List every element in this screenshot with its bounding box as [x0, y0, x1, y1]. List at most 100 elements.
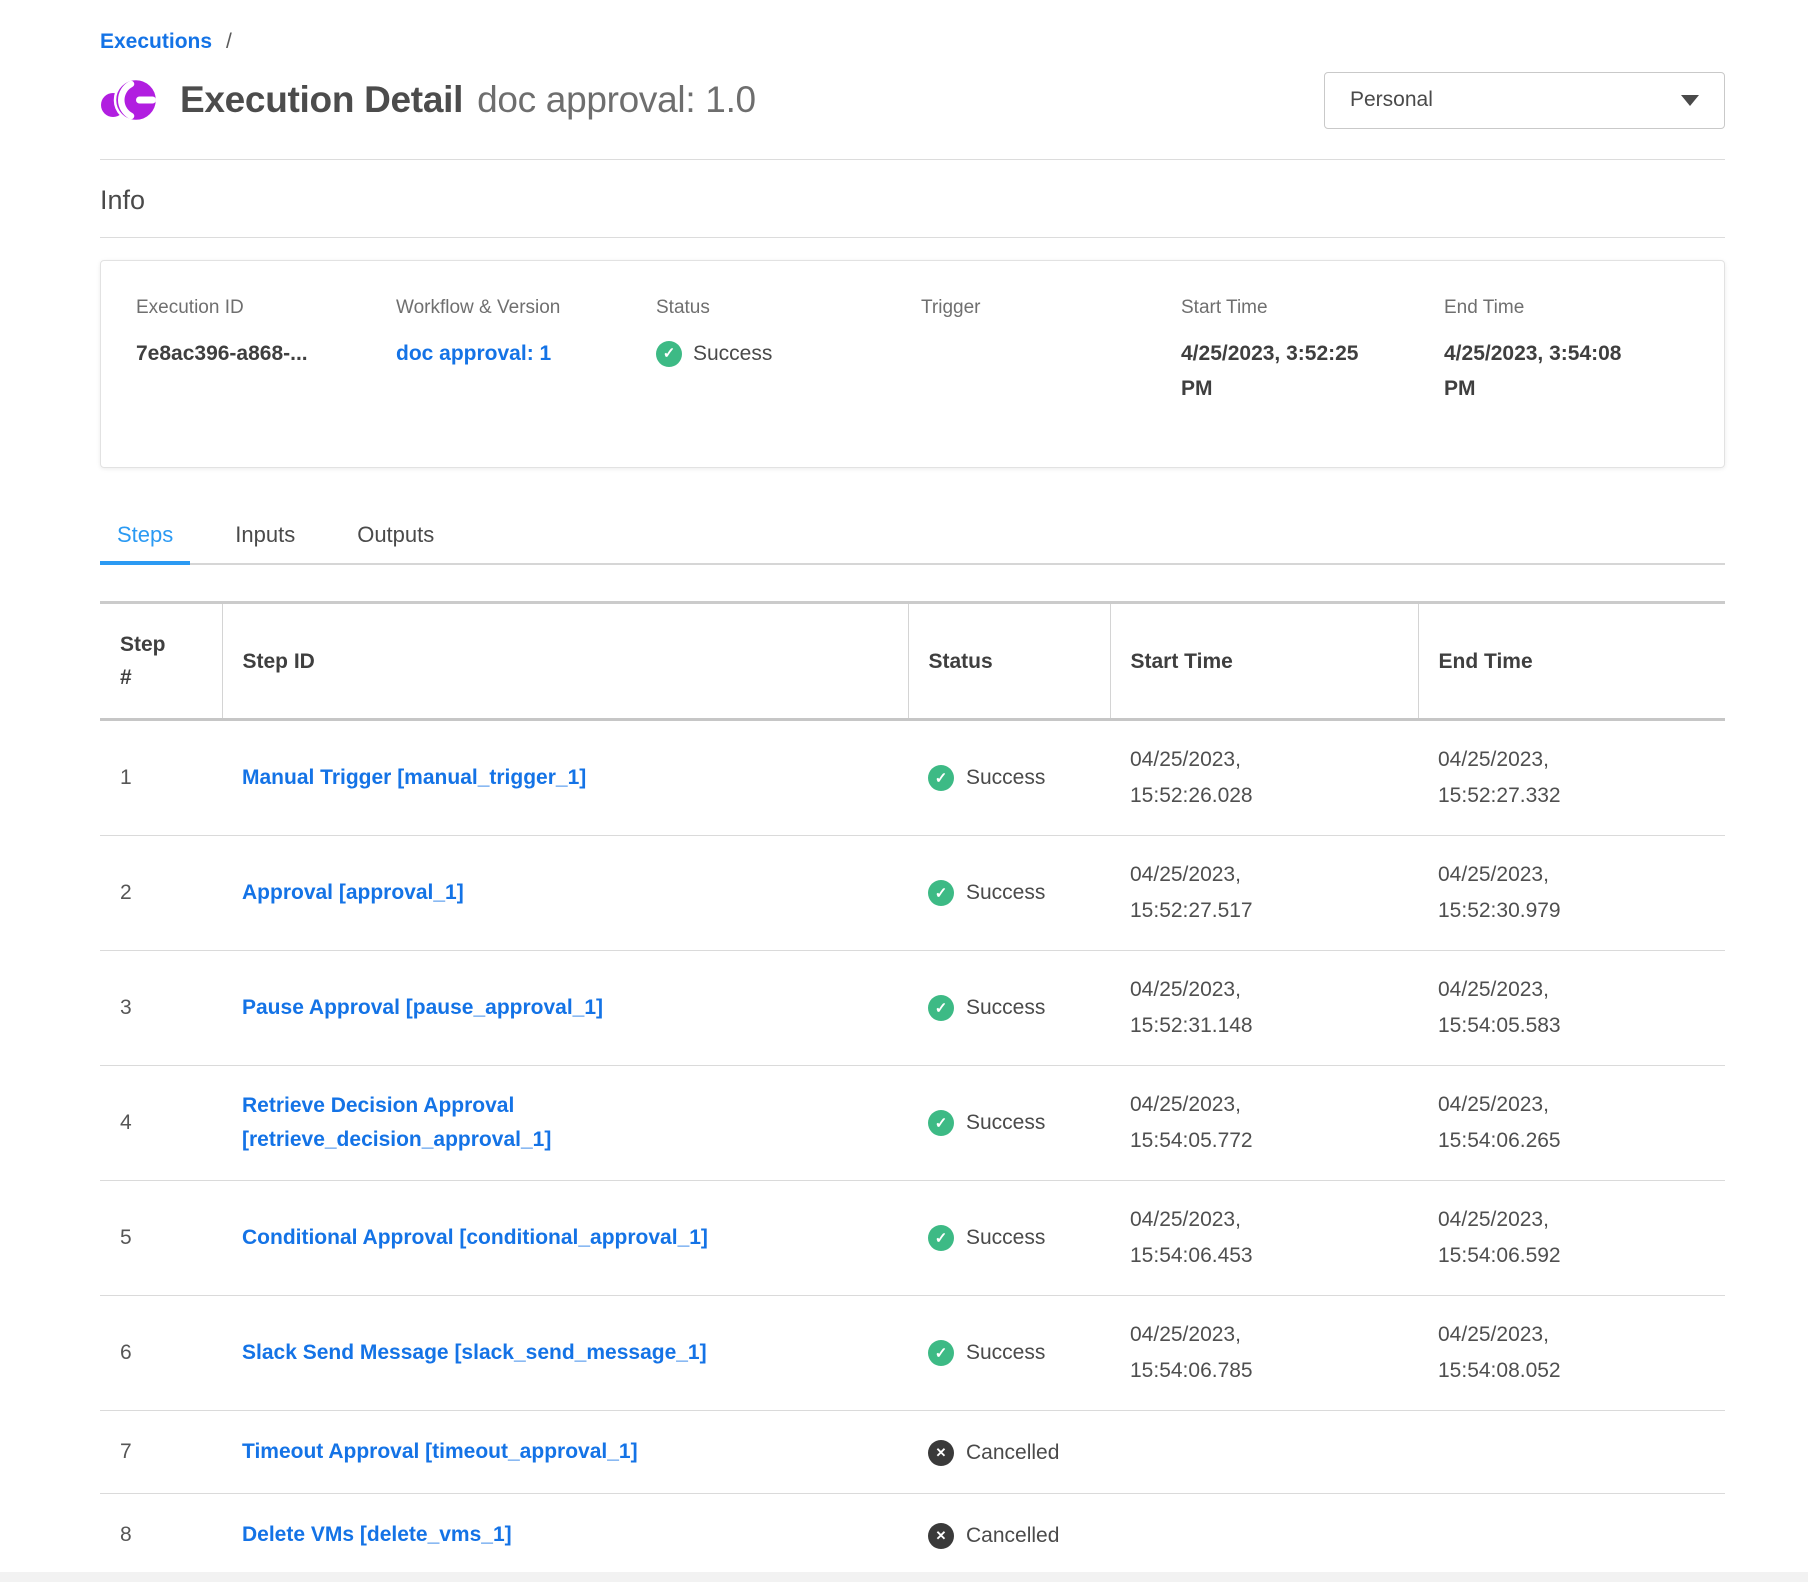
success-icon: ✓ [928, 1110, 954, 1136]
title-divider [100, 159, 1725, 160]
time-line: 15:52:30.979 [1438, 893, 1715, 929]
status-badge: ✕ Cancelled [928, 1523, 1059, 1549]
time-line: 15:54:05.583 [1438, 1008, 1715, 1044]
execution-status-text: Success [693, 336, 772, 371]
step-number: 1 [100, 720, 222, 836]
info-label: Workflow & Version [396, 297, 632, 319]
info-label: Status [656, 297, 897, 319]
step-link[interactable]: Manual Trigger [manual_trigger_1] [242, 761, 586, 795]
status-badge: ✓ Success [928, 880, 1045, 906]
tab-bar: Steps Inputs Outputs [100, 522, 1725, 565]
breadcrumb: Executions / [100, 0, 1725, 54]
workflow-brand-icon [100, 74, 158, 126]
date-line: 04/25/2023, [1130, 972, 1408, 1008]
step-link[interactable]: Delete VMs [delete_vms_1] [242, 1518, 512, 1552]
date-line: 04/25/2023, [1130, 742, 1408, 778]
tab-inputs[interactable]: Inputs [218, 522, 312, 565]
table-row: 8 Delete VMs [delete_vms_1] ✕ Cancelled [100, 1494, 1725, 1577]
time-line: 15:52:31.148 [1130, 1008, 1408, 1044]
breadcrumb-separator: / [226, 30, 232, 54]
steps-table-header: Step # Step ID Status Start Time End Tim… [100, 603, 1725, 720]
start-time-cell [1110, 1411, 1418, 1494]
info-field-trigger: Trigger [921, 297, 1181, 427]
execution-id-value: 7e8ac396-a868-... [136, 336, 372, 371]
time-line: 15:52:27.517 [1130, 893, 1408, 929]
status-text: Success [966, 1341, 1045, 1365]
end-time-cell [1418, 1411, 1725, 1494]
date-line: 04/25/2023, [1438, 742, 1715, 778]
start-time-cell: 04/25/2023,15:52:27.517 [1110, 836, 1418, 951]
step-link[interactable]: Approval [approval_1] [242, 876, 464, 910]
status-text: Success [966, 881, 1045, 905]
time-line: 15:54:05.772 [1130, 1123, 1408, 1159]
date-line: 04/25/2023, [1438, 972, 1715, 1008]
status-badge: ✓ Success [928, 765, 1045, 791]
step-link[interactable]: Retrieve Decision Approval [retrieve_dec… [242, 1089, 551, 1157]
date-line: 04/25/2023, [1438, 1202, 1715, 1238]
status-text: Success [966, 996, 1045, 1020]
tab-outputs[interactable]: Outputs [340, 522, 451, 565]
end-time-cell: 04/25/2023,15:54:08.052 [1418, 1296, 1725, 1411]
page-content: Executions / Execution Detaildoc approva… [100, 0, 1725, 1576]
column-header-status: Status [908, 603, 1110, 720]
workspace-dropdown[interactable]: Personal [1324, 72, 1725, 129]
info-card: Execution ID 7e8ac396-a868-... Workflow … [100, 260, 1725, 468]
time-line: 15:54:06.592 [1438, 1238, 1715, 1274]
success-icon: ✓ [928, 1225, 954, 1251]
step-link[interactable]: Slack Send Message [slack_send_message_1… [242, 1336, 707, 1370]
step-number: 3 [100, 951, 222, 1066]
start-time-cell: 04/25/2023,15:52:31.148 [1110, 951, 1418, 1066]
step-number: 2 [100, 836, 222, 951]
title-row: Execution Detaildoc approval: 1.0 Person… [100, 68, 1725, 132]
end-time-cell: 04/25/2023,15:54:05.583 [1418, 951, 1725, 1066]
time-line: 15:52:26.028 [1130, 778, 1408, 814]
status-text: Success [966, 1111, 1045, 1135]
breadcrumb-executions-link[interactable]: Executions [100, 30, 212, 54]
status-text: Cancelled [966, 1441, 1059, 1465]
status-badge: ✓ Success [928, 1225, 1045, 1251]
info-label: Start Time [1181, 297, 1420, 319]
date-line: 04/25/2023, [1438, 1087, 1715, 1123]
end-time-cell: 04/25/2023,15:54:06.265 [1418, 1066, 1725, 1181]
step-number: 6 [100, 1296, 222, 1411]
table-row: 1 Manual Trigger [manual_trigger_1] ✓ Su… [100, 720, 1725, 836]
info-field-start-time: Start Time 4/25/2023, 3:52:25 PM [1181, 297, 1444, 427]
success-icon: ✓ [656, 341, 682, 367]
start-time-cell: 04/25/2023,15:54:06.785 [1110, 1296, 1418, 1411]
workspace-dropdown-value: Personal [1350, 88, 1433, 112]
time-line: 15:52:27.332 [1438, 778, 1715, 814]
page-title: Execution Detaildoc approval: 1.0 [180, 79, 756, 121]
table-row: 3 Pause Approval [pause_approval_1] ✓ Su… [100, 951, 1725, 1066]
end-time-value: 4/25/2023, 3:54:08 PM [1444, 336, 1680, 406]
start-time-value: 4/25/2023, 3:52:25 PM [1181, 336, 1420, 406]
step-link[interactable]: Conditional Approval [conditional_approv… [242, 1221, 708, 1255]
info-label: Trigger [921, 297, 1157, 319]
chevron-down-icon [1681, 95, 1699, 106]
table-row: 2 Approval [approval_1] ✓ Success 04/25/… [100, 836, 1725, 951]
status-text: Cancelled [966, 1524, 1059, 1548]
start-time-cell [1110, 1494, 1418, 1577]
step-number: 7 [100, 1411, 222, 1494]
steps-table-body: 1 Manual Trigger [manual_trigger_1] ✓ Su… [100, 720, 1725, 1577]
table-row: 7 Timeout Approval [timeout_approval_1] … [100, 1411, 1725, 1494]
date-line: 04/25/2023, [1130, 857, 1408, 893]
step-link[interactable]: Timeout Approval [timeout_approval_1] [242, 1435, 638, 1469]
step-number: 4 [100, 1066, 222, 1181]
table-row: 6 Slack Send Message [slack_send_message… [100, 1296, 1725, 1411]
time-line: 15:54:06.453 [1130, 1238, 1408, 1274]
start-time-cell: 04/25/2023,15:52:26.028 [1110, 720, 1418, 836]
step-link[interactable]: Pause Approval [pause_approval_1] [242, 991, 603, 1025]
date-line: 04/25/2023, [1130, 1087, 1408, 1123]
info-field-workflow-version: Workflow & Version doc approval: 1 [396, 297, 656, 427]
success-icon: ✓ [928, 880, 954, 906]
status-badge: ✓ Success [928, 1340, 1045, 1366]
end-time-cell: 04/25/2023,15:52:30.979 [1418, 836, 1725, 951]
info-section-title: Info [100, 185, 1725, 216]
workflow-version-link[interactable]: doc approval: 1 [396, 336, 632, 371]
steps-table: Step # Step ID Status Start Time End Tim… [100, 601, 1725, 1576]
status-badge: ✕ Cancelled [928, 1440, 1059, 1466]
cancelled-icon: ✕ [928, 1523, 954, 1549]
success-icon: ✓ [928, 765, 954, 791]
tab-steps[interactable]: Steps [100, 522, 190, 565]
column-header-step-id: Step ID [222, 603, 908, 720]
